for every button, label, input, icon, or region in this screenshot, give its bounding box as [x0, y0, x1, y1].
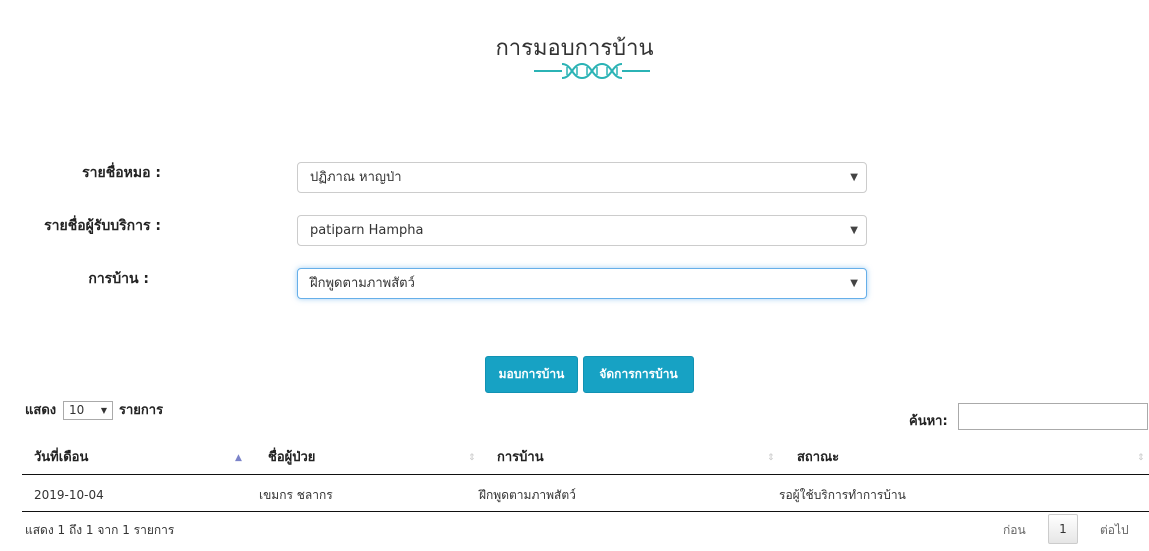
pagination-next-button[interactable]: ต่อไป	[1100, 519, 1129, 541]
chevron-down-icon: ▼	[850, 225, 858, 236]
table-cell-date: 2019-10-04	[34, 488, 104, 502]
doctor-select-value: ปฏิภาณ หาญป่า	[310, 170, 402, 185]
column-header-patient[interactable]: ชื่อผู้ป่วย	[268, 444, 315, 474]
table-cell-homework: ฝึกพูดตามภาพสัตว์	[479, 488, 576, 502]
chevron-down-icon: ▼	[850, 278, 858, 289]
table-cell-patient: เขมกร ชลากร	[259, 488, 333, 502]
chevron-down-icon: ▼	[100, 406, 107, 415]
show-label: แสดง	[25, 403, 57, 418]
table-bottom-divider	[22, 511, 1149, 512]
column-header-status[interactable]: สถาณะ	[797, 444, 839, 474]
patient-label: รายชื่อผู้รับบริการ :	[44, 218, 161, 234]
table-info: แสดง 1 ถึง 1 จาก 1 รายการ	[25, 523, 175, 537]
manage-homework-button[interactable]: จัดการการบ้าน	[583, 356, 694, 393]
table-cell-status: รอผู้ใช้บริการทำการบ้าน	[779, 488, 906, 502]
homework-label: การบ้าน :	[88, 271, 149, 287]
pagination-page-button[interactable]: 1	[1048, 514, 1078, 544]
search-input[interactable]	[958, 403, 1148, 430]
sort-icon: ⇕	[468, 453, 476, 463]
doctor-select[interactable]: ปฏิภาณ หาญป่า ▼	[297, 162, 867, 193]
homework-select-value: ฝึกพูดตามภาพสัตว์	[310, 276, 415, 291]
pagination-prev-button[interactable]: ก่อน	[1003, 519, 1026, 541]
page-length-value: 10	[69, 403, 85, 417]
table-header-divider	[22, 474, 1149, 475]
column-header-homework[interactable]: การบ้าน	[497, 444, 544, 474]
search-label: ค้นหา:	[909, 414, 948, 429]
dna-divider-icon	[534, 60, 650, 82]
patient-select-value: patiparn Hampha	[310, 223, 424, 238]
entries-label: รายการ	[119, 403, 164, 418]
doctor-label: รายชื่อหมอ :	[82, 165, 161, 181]
homework-select[interactable]: ฝึกพูดตามภาพสัตว์ ▼	[297, 268, 867, 299]
page-length-select[interactable]: 10 ▼	[63, 401, 113, 420]
patient-select[interactable]: patiparn Hampha ▼	[297, 215, 867, 246]
chevron-down-icon: ▼	[850, 172, 858, 183]
top-band	[0, 0, 1149, 14]
sort-icon: ⇕	[767, 453, 775, 463]
sort-icon: ⇕	[1137, 453, 1145, 463]
assign-homework-button[interactable]: มอบการบ้าน	[485, 356, 578, 393]
column-header-date[interactable]: วันที่เดือน	[34, 444, 88, 474]
sort-asc-icon: ▲	[235, 453, 242, 463]
